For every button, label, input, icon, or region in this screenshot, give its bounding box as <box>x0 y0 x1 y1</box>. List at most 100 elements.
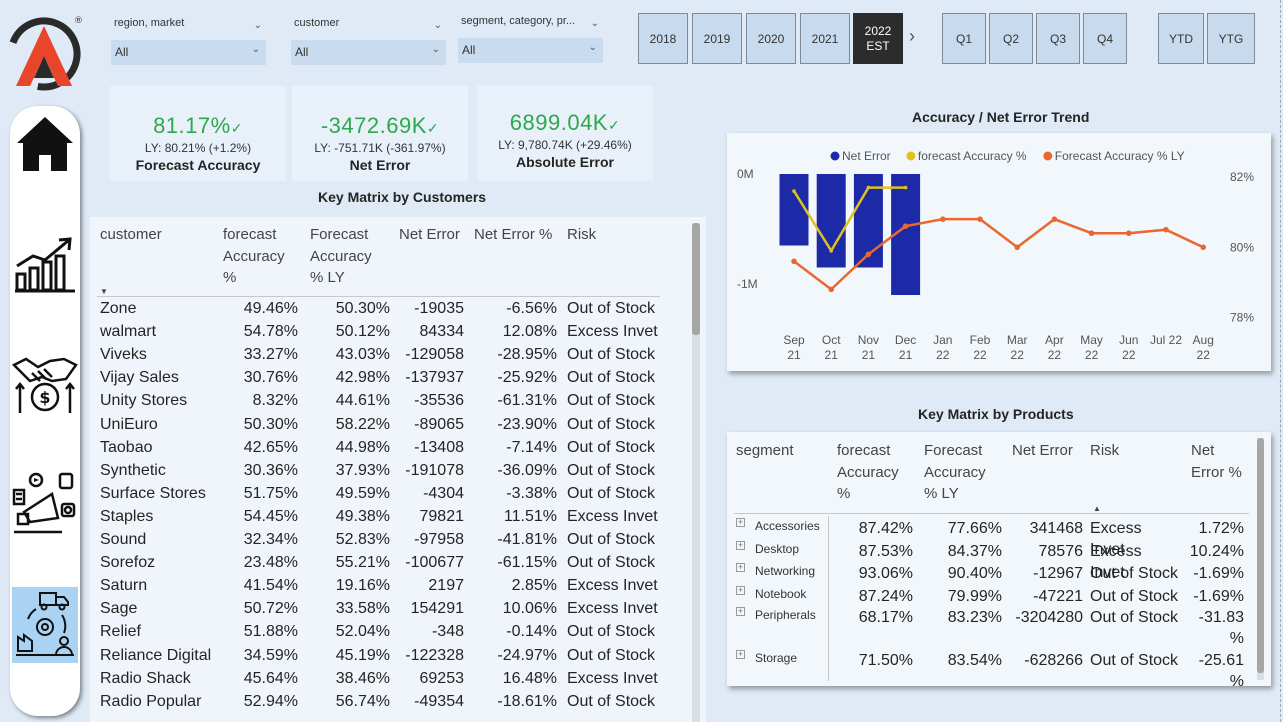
table-cell: 2197 <box>428 577 464 595</box>
nav-sales-view[interactable]: $ <box>12 346 78 422</box>
column-header[interactable]: forecast Accuracy % <box>223 224 285 289</box>
table-row[interactable]: + Peripherals 68.17% 83.23% -3204280 Out of S… <box>727 605 1252 647</box>
column-header[interactable]: Net Error <box>399 224 460 246</box>
customer-slicer[interactable]: customer ⌄ All ⌄ <box>291 17 446 67</box>
line-point <box>977 216 983 222</box>
table-row[interactable]: UniEuro 50.30% 58.22% -89065 -23.90% Out of S… <box>90 416 690 439</box>
table-scrollbar[interactable] <box>1257 438 1264 680</box>
expand-icon[interactable]: + <box>736 607 745 616</box>
table-row[interactable]: Sage 50.72% 33.58% 154291 10.06% Excess Invet <box>90 600 690 623</box>
table-row[interactable]: walmart 54.78% 50.12% 84334 12.08% Excess Inv… <box>90 323 690 346</box>
line-point <box>1200 244 1206 251</box>
slicer-dropdown[interactable]: All ⌄ <box>111 40 266 65</box>
table-cell: 38.46% <box>335 669 390 687</box>
column-header[interactable]: customer <box>100 224 162 246</box>
quarter-button-q3[interactable]: Q3 <box>1036 13 1080 64</box>
table-cell: 69253 <box>419 669 465 687</box>
table-row[interactable]: Staples 54.45% 49.38% 79821 11.51% Excess Inv… <box>90 508 690 531</box>
table-row[interactable]: Unity Stores 8.32% 44.61% -35536 -61.31% Out … <box>90 392 690 415</box>
quarter-button-q2[interactable]: Q2 <box>989 13 1033 64</box>
table-cell: Radio Shack <box>100 669 191 687</box>
column-header[interactable]: forecast Accuracy % <box>837 440 899 505</box>
table-cell: -31.83 % <box>1198 609 1244 647</box>
chevron-down-icon[interactable]: ⌄ <box>434 20 442 31</box>
table-row[interactable]: Viveks 33.27% 43.03% -129058 -28.95% Out of S… <box>90 346 690 369</box>
line-point <box>866 185 871 190</box>
table-row[interactable]: Relief 51.88% 52.04% -348 -0.14% Out of Stock <box>90 623 690 646</box>
legend-marker <box>1043 151 1053 161</box>
column-header[interactable]: Risk <box>1090 440 1119 462</box>
left-axis-tick: -1M <box>737 277 758 291</box>
table-cell: 56.74% <box>335 692 390 710</box>
quarter-button-q4[interactable]: Q4 <box>1083 13 1127 64</box>
table-row[interactable]: Sorefoz 23.48% 55.21% -100677 -61.15% Out of … <box>90 554 690 577</box>
expand-icon[interactable]: + <box>736 518 745 527</box>
chevron-down-icon[interactable]: ⌄ <box>591 18 599 29</box>
year-button-2021[interactable]: 2021 <box>800 13 850 64</box>
sort-desc-icon[interactable]: ▼ <box>100 287 108 296</box>
table-cell: Out of Stock <box>567 531 656 548</box>
quarter-label: Q3 <box>1049 31 1066 46</box>
nav-marketing-view[interactable] <box>12 466 78 542</box>
table-cell: 10.24% <box>1189 543 1244 560</box>
kpi-card-absolute-error: 6899.04K✓ LY: 9,780.74K (+29.46%) Absolu… <box>477 86 653 181</box>
column-header[interactable]: Forecast Accuracy % LY <box>924 440 986 505</box>
table-cell: Staples <box>100 507 154 525</box>
table-row[interactable]: Sound 32.34% 52.83% -97958 -41.81% Out of Sto… <box>90 531 690 554</box>
nav-home[interactable] <box>12 106 78 182</box>
legend-label: Forecast Accuracy % LY <box>1055 149 1185 163</box>
table-cell: -28.95% <box>497 346 557 364</box>
column-header[interactable]: Risk <box>567 224 596 246</box>
table-cell: Peripherals <box>755 608 816 622</box>
scrollbar-thumb[interactable] <box>692 223 700 335</box>
table-row[interactable]: Taobao 42.65% 44.98% -13408 -7.14% Out of Sto… <box>90 439 690 462</box>
table-row[interactable]: Radio Shack 45.64% 38.46% 69253 16.48% Excess… <box>90 670 690 693</box>
table-row[interactable]: Radio Popular 52.94% 56.74% -49354 -18.61% Ou… <box>90 693 690 716</box>
table-cell: 41.54% <box>243 577 298 595</box>
table-row[interactable]: Reliance Digital 34.59% 45.19% -122328 -24.9… <box>90 647 690 670</box>
nav-finance-view[interactable] <box>12 226 78 302</box>
ytd-button[interactable]: YTD <box>1158 13 1204 64</box>
quarter-button-q1[interactable]: Q1 <box>942 13 986 64</box>
year-button-2019[interactable]: 2019 <box>692 13 742 64</box>
right-axis-tick: 82% <box>1230 170 1254 184</box>
year-button-2022-est[interactable]: 2022 EST <box>853 13 903 64</box>
table-row[interactable]: Zone 49.46% 50.30% -19035 -6.56% Out of Stock <box>90 300 690 323</box>
table-row[interactable]: Surface Stores 51.75% 49.59% -4304 -3.38% Out… <box>90 485 690 508</box>
expand-icon[interactable]: + <box>736 650 745 659</box>
sort-asc-icon[interactable]: ▲ <box>1093 504 1101 513</box>
slicer-dropdown[interactable]: All ⌄ <box>291 40 446 65</box>
table-row[interactable]: Synthetic 30.36% 37.93% -191078 -36.09% Out o… <box>90 462 690 485</box>
table-cell: Excess Invet <box>567 577 658 595</box>
table-row[interactable]: Vijay Sales 30.76% 42.98% -137937 -25.92% Out… <box>90 369 690 392</box>
scrollbar-thumb[interactable] <box>1257 438 1264 673</box>
table-row[interactable]: Saturn 41.54% 19.16% 2197 2.85% Excess Invet <box>90 577 690 600</box>
ytg-button[interactable]: YTG <box>1207 13 1255 64</box>
legend-label: forecast Accuracy % <box>918 149 1027 163</box>
table-cell: walmart <box>100 323 157 341</box>
table-scrollbar[interactable] <box>692 223 700 722</box>
expand-icon[interactable]: + <box>736 586 745 595</box>
table-cell: 49.38% <box>335 507 390 525</box>
nav-supply-chain-view[interactable] <box>12 587 78 663</box>
column-header[interactable]: Forecast Accuracy % LY <box>310 224 372 289</box>
expand-icon[interactable]: + <box>736 541 745 550</box>
table-cell: 49.46% <box>243 300 298 317</box>
table-cell: Out of Stock <box>1090 609 1179 626</box>
x-axis-tick: Mar 22 <box>1007 333 1028 362</box>
slicer-dropdown[interactable]: All ⌄ <box>458 38 603 63</box>
chevron-down-icon[interactable]: ⌄ <box>254 20 262 31</box>
table-row[interactable]: + Storage 71.50% 83.54% -628266 Out of Stock -… <box>727 648 1252 686</box>
x-axis-tick: May 22 <box>1080 333 1103 362</box>
table-cell: 77.66% <box>947 520 1002 537</box>
column-header[interactable]: Net Error % <box>1191 440 1242 483</box>
column-header[interactable]: Net Error <box>1012 440 1073 462</box>
column-header[interactable]: Net Error % <box>474 224 552 246</box>
column-header[interactable]: segment <box>736 440 794 462</box>
year-button-2020[interactable]: 2020 <box>746 13 796 64</box>
kpi-last-year: LY: 80.21% (+1.2%) <box>144 141 252 155</box>
year-button-2018[interactable]: 2018 <box>638 13 688 64</box>
segment-category-slicer[interactable]: segment, category, pr... ⌄ All ⌄ <box>458 15 603 65</box>
region-market-slicer[interactable]: region, market ⌄ All ⌄ <box>111 17 266 67</box>
expand-icon[interactable]: + <box>736 563 745 572</box>
